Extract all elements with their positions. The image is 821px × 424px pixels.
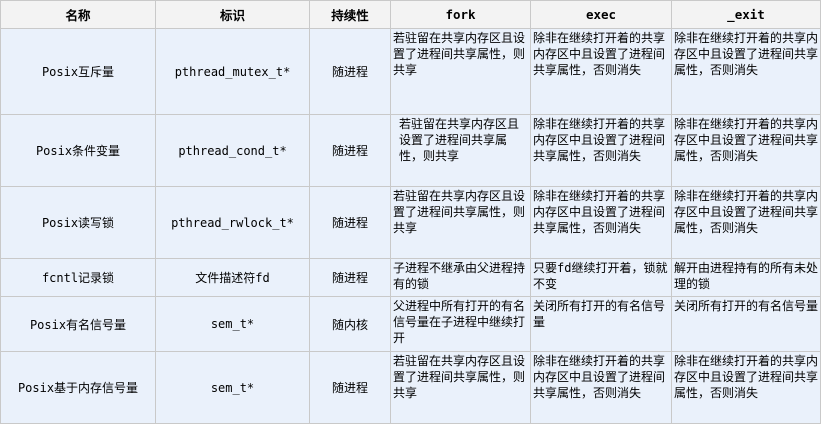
table-row: Posix条件变量 pthread_cond_t* 随进程 若驻留在共享内存区且… [0, 114, 821, 187]
cell-fork: 若驻留在共享内存区且设置了进程间共享属性，则共享 [390, 28, 531, 115]
cell-name: Posix互斥量 [0, 28, 156, 115]
cell-fork: 子进程不继承由父进程持有的锁 [390, 258, 531, 297]
table-row: Posix互斥量 pthread_mutex_t* 随进程 若驻留在共享内存区且… [0, 28, 821, 115]
cell-id: sem_t* [155, 351, 310, 424]
cell-id: sem_t* [155, 296, 310, 352]
cell-fork: 父进程中所有打开的有名信号量在子进程中继续打开 [390, 296, 531, 352]
header-persistence: 持续性 [309, 0, 391, 29]
cell-fork: 若驻留在共享内存区且设置了进程间共享属性，则共享 [390, 114, 531, 187]
header-name: 名称 [0, 0, 156, 29]
cell-exit: 除非在继续打开着的共享内存区中且设置了进程间共享属性，否则消失 [671, 186, 821, 259]
table-row: Posix基于内存信号量 sem_t* 随进程 若驻留在共享内存区且设置了进程间… [0, 351, 821, 424]
cell-exec: 除非在继续打开着的共享内存区中且设置了进程间共享属性，否则消失 [530, 28, 672, 115]
cell-persistence: 随进程 [309, 258, 391, 297]
cell-exit: 除非在继续打开着的共享内存区中且设置了进程间共享属性，否则消失 [671, 114, 821, 187]
header-exit: _exit [671, 0, 821, 29]
ipc-persistence-table: 名称 标识 持续性 fork exec _exit Posix互斥量 pthre… [0, 0, 821, 424]
header-id: 标识 [155, 0, 310, 29]
cell-persistence: 随进程 [309, 186, 391, 259]
cell-exec: 关闭所有打开的有名信号量 [530, 296, 672, 352]
cell-id: pthread_mutex_t* [155, 28, 310, 115]
table-row: Posix有名信号量 sem_t* 随内核 父进程中所有打开的有名信号量在子进程… [0, 296, 821, 352]
header-row: 名称 标识 持续性 fork exec _exit [0, 0, 821, 29]
cell-exit: 除非在继续打开着的共享内存区中且设置了进程间共享属性，否则消失 [671, 28, 821, 115]
cell-name: Posix基于内存信号量 [0, 351, 156, 424]
table-row: fcntl记录锁 文件描述符fd 随进程 子进程不继承由父进程持有的锁 只要fd… [0, 258, 821, 297]
cell-fork: 若驻留在共享内存区且设置了进程间共享属性，则共享 [390, 351, 531, 424]
cell-exec: 除非在继续打开着的共享内存区中且设置了进程间共享属性，否则消失 [530, 114, 672, 187]
cell-persistence: 随进程 [309, 351, 391, 424]
header-exec: exec [530, 0, 672, 29]
cell-fork: 若驻留在共享内存区且设置了进程间共享属性，则共享 [390, 186, 531, 259]
header-fork: fork [390, 0, 531, 29]
cell-id: 文件描述符fd [155, 258, 310, 297]
cell-exit: 除非在继续打开着的共享内存区中且设置了进程间共享属性，否则消失 [671, 351, 821, 424]
cell-name: Posix读写锁 [0, 186, 156, 259]
cell-name: fcntl记录锁 [0, 258, 156, 297]
table-row: Posix读写锁 pthread_rwlock_t* 随进程 若驻留在共享内存区… [0, 186, 821, 259]
cell-exit: 解开由进程持有的所有未处理的锁 [671, 258, 821, 297]
cell-exec: 除非在继续打开着的共享内存区中且设置了进程间共享属性，否则消失 [530, 351, 672, 424]
cell-persistence: 随进程 [309, 28, 391, 115]
cell-exec: 只要fd继续打开着，锁就不变 [530, 258, 672, 297]
cell-persistence: 随内核 [309, 296, 391, 352]
cell-exec: 除非在继续打开着的共享内存区中且设置了进程间共享属性，否则消失 [530, 186, 672, 259]
cell-name: Posix有名信号量 [0, 296, 156, 352]
cell-exit: 关闭所有打开的有名信号量 [671, 296, 821, 352]
cell-persistence: 随进程 [309, 114, 391, 187]
cell-name: Posix条件变量 [0, 114, 156, 187]
cell-id: pthread_cond_t* [155, 114, 310, 187]
cell-id: pthread_rwlock_t* [155, 186, 310, 259]
